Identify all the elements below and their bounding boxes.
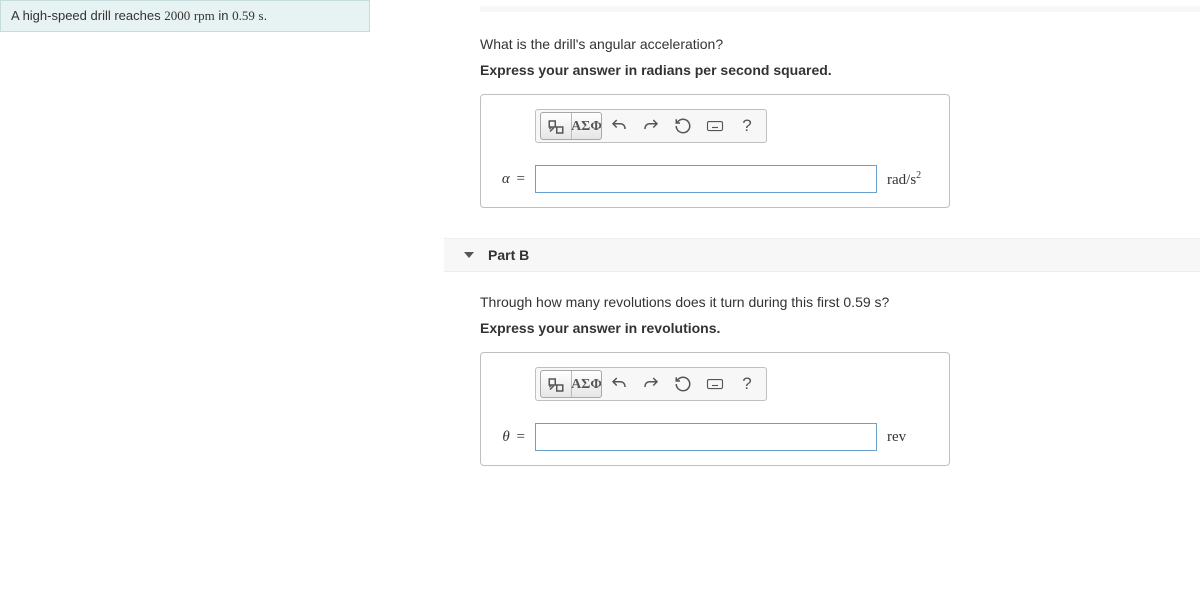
part-a-hint: Express your answer in radians per secon… [480,62,1200,78]
template-group: ΑΣΦ [540,370,602,398]
part-a-answer-box: ΑΣΦ ? α = [480,94,950,208]
part-b-title: Part B [488,247,529,263]
part-b-answer-box: ΑΣΦ ? θ = [480,352,950,466]
part-b-hint: Express your answer in revolutions. [480,320,1200,336]
part-a: What is the drill's angular acceleration… [480,6,1200,208]
theta-input[interactable] [535,423,877,451]
theta-label: θ = [493,429,525,446]
problem-prefix: A high-speed drill reaches [11,8,164,23]
theta-units: rev [887,429,937,446]
reset-icon[interactable] [668,370,698,398]
redo-icon[interactable] [636,370,666,398]
undo-icon[interactable] [604,370,634,398]
template-group: ΑΣΦ [540,112,602,140]
part-a-question: What is the drill's angular acceleration… [480,36,1200,52]
greek-letters-button[interactable]: ΑΣΦ [571,113,601,140]
part-b-question: Through how many revolutions does it tur… [480,294,1200,310]
rpm-value: 2000 [164,8,190,23]
keyboard-icon[interactable] [700,112,730,140]
undo-icon[interactable] [604,112,634,140]
keyboard-icon[interactable] [700,370,730,398]
greek-letters-button[interactable]: ΑΣΦ [571,371,601,398]
rpm-unit: rpm [194,8,215,23]
part-a-header-bar [480,6,1200,12]
templates-icon[interactable] [541,113,571,140]
formula-toolbar: ΑΣΦ ? [535,109,767,143]
problem-suffix: . [264,8,268,23]
help-button[interactable]: ? [732,370,762,398]
help-button[interactable]: ? [732,112,762,140]
alpha-label: α = [493,171,525,188]
part-b: Part B Through how many revolutions does… [480,238,1200,466]
templates-icon[interactable] [541,371,571,398]
part-b-header[interactable]: Part B [444,238,1200,272]
alpha-units: rad/s2 [887,170,937,189]
formula-toolbar: ΑΣΦ ? [535,367,767,401]
problem-statement: A high-speed drill reaches 2000 rpm in 0… [0,0,370,32]
redo-icon[interactable] [636,112,666,140]
alpha-input[interactable] [535,165,877,193]
chevron-down-icon [464,252,474,258]
time-value: 0.59 [232,8,255,23]
reset-icon[interactable] [668,112,698,140]
problem-middle: in [215,8,232,23]
